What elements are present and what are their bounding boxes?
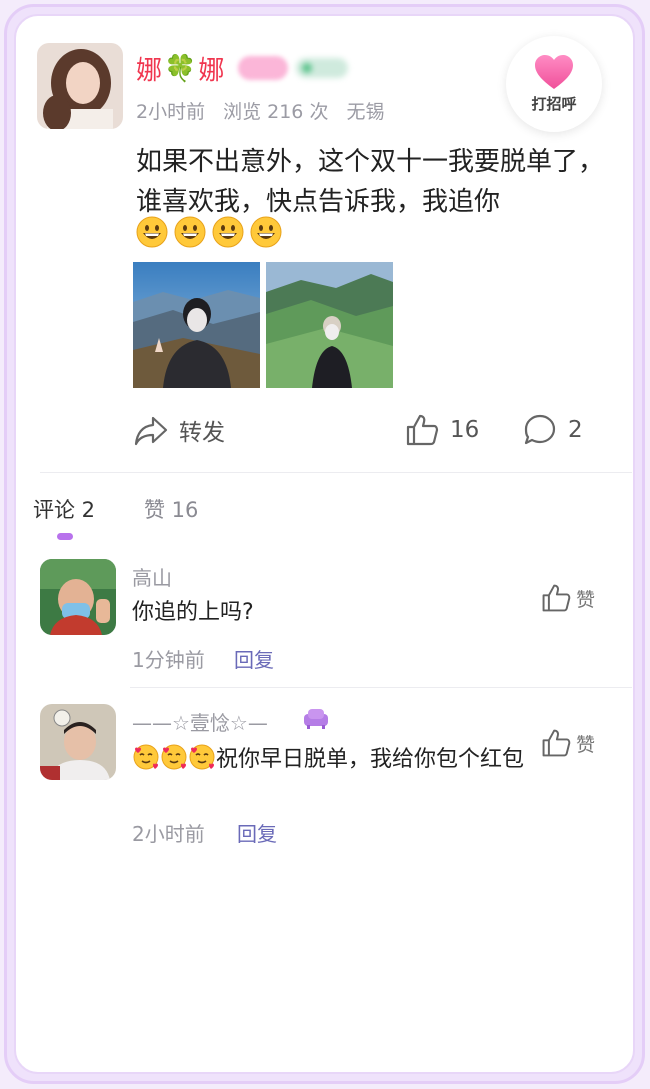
thumbs-up-icon [542, 729, 571, 757]
reply-button[interactable]: 回复 [234, 644, 274, 673]
post-time: 2小时前 [136, 101, 206, 123]
post-emojis [136, 216, 282, 248]
post-photo-1[interactable] [133, 262, 260, 388]
forward-label: 转发 [179, 420, 225, 446]
face-with-hearts-icon [133, 744, 159, 770]
share-icon [134, 416, 168, 446]
grinning-face-icon [212, 216, 244, 248]
author-avatar[interactable] [37, 43, 123, 129]
author-name-part1: 娜 [136, 56, 163, 86]
comment-time: 1分钟前 [132, 648, 205, 672]
comment-text: 祝你早日脱单，我给你包个红包 [132, 743, 532, 776]
comment-like-label: 赞 [576, 733, 596, 756]
comment-divider [130, 687, 632, 688]
commenter-avatar[interactable] [40, 559, 116, 635]
post-meta: 2小时前 浏览 216 次 无锡 [136, 97, 384, 124]
commenter-name[interactable]: ——☆壹惗☆— [132, 707, 268, 736]
author-name[interactable]: 娜 🍀 娜 [136, 50, 224, 87]
status-badge [296, 58, 348, 78]
clover-icon: 🍀 [164, 53, 197, 84]
heart-icon [535, 54, 573, 89]
commenter-avatar[interactable] [40, 704, 116, 780]
face-with-hearts-icon [189, 744, 215, 770]
post-location: 无锡 [346, 101, 385, 123]
thumbs-up-icon [542, 584, 571, 612]
thumbs-up-icon [406, 414, 439, 446]
grinning-face-icon [136, 216, 168, 248]
forward-button[interactable]: 转发 [133, 412, 225, 448]
comment-like-label: 赞 [576, 588, 596, 611]
like-button[interactable]: 16 [404, 412, 479, 448]
comment-like-button[interactable]: 赞 [540, 582, 595, 614]
greet-label: 打招呼 [531, 94, 577, 113]
comment-time: 2小时前 [132, 822, 205, 846]
commenter-name[interactable]: 高山 [132, 562, 172, 591]
comment-like-button[interactable]: 赞 [540, 727, 595, 759]
section-divider [40, 472, 632, 473]
author-name-part2: 娜 [198, 56, 225, 86]
grinning-face-icon [250, 216, 282, 248]
like-count: 16 [450, 417, 480, 443]
comment-text: 你追的上吗? [132, 600, 254, 625]
tab-likes[interactable]: 赞 16 [144, 494, 198, 524]
post-views: 浏览 216 次 [223, 101, 329, 123]
greet-button[interactable]: 打招呼 [506, 36, 602, 132]
reply-button[interactable]: 回复 [237, 818, 277, 847]
comment-count: 2 [568, 417, 583, 443]
sofa-vip-icon [304, 709, 328, 729]
comment-bubble-icon [524, 414, 556, 445]
face-with-hearts-icon [161, 744, 187, 770]
level-badge [238, 56, 288, 80]
tab-indicator [57, 533, 73, 540]
tab-comments[interactable]: 评论 2 [33, 494, 95, 524]
post-text: 如果不出意外，这个双十一我要脱单了，谁喜欢我，快点告诉我，我追你 [136, 147, 605, 217]
comment-button[interactable]: 2 [522, 412, 583, 448]
post-photo-2[interactable] [266, 262, 393, 388]
comment-text-content: 祝你早日脱单，我给你包个红包 [216, 747, 525, 772]
grinning-face-icon [174, 216, 206, 248]
